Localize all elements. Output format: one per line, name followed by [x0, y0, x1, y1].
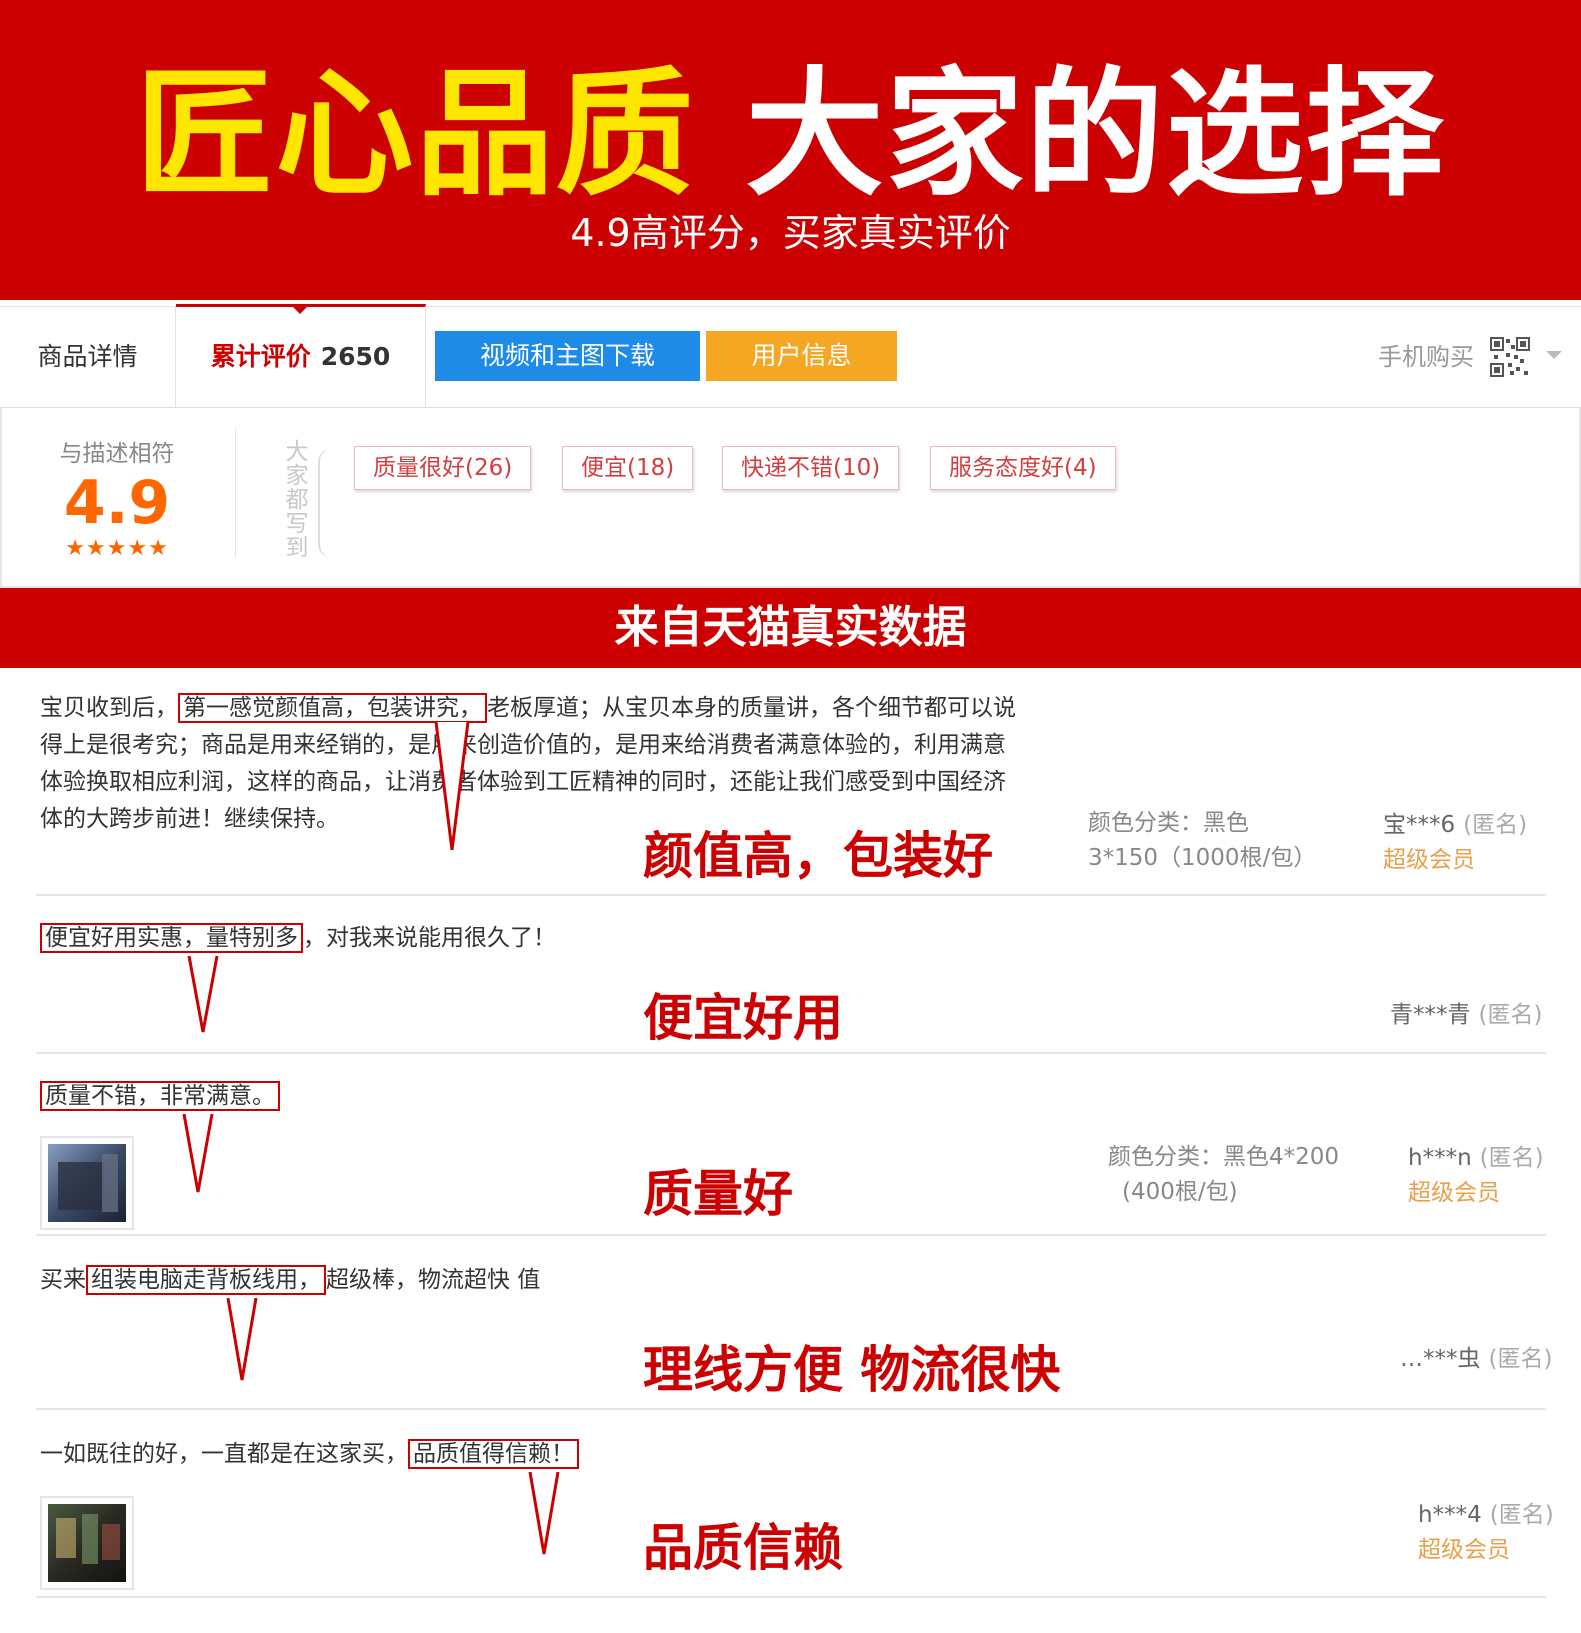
reviewer-username: 宝***6 — [1383, 812, 1456, 838]
tab-reviews-count: 2650 — [320, 342, 391, 371]
review-text: 买来 组装电脑走背板线用， 超级棒，物流超快 值 — [40, 1262, 1040, 1299]
everyone-wrote-label: 大家都写到 — [285, 439, 309, 561]
rating-stars-icon: ★★★★★ — [65, 536, 169, 561]
reviewer-name: h***n (匿名) — [1408, 1141, 1544, 1176]
review-tag-delivery[interactable]: 快递不错(10) — [722, 446, 900, 490]
review-photo-thumbnail[interactable] — [40, 1136, 134, 1230]
banner-title-white: 大家的选择 — [745, 54, 1446, 215]
review-text-post: ，对我来说能用很久了！ — [303, 925, 556, 951]
reviewer-anonymous: (匿名) — [1478, 1002, 1543, 1028]
callout-title: 便宜好用 — [643, 989, 843, 1047]
reviewer-name: …***虫 (匿名) — [1400, 1342, 1552, 1377]
review-divider — [36, 1234, 1546, 1236]
reviewer-anonymous: (匿名) — [1463, 812, 1528, 838]
review-tag-cheap[interactable]: 便宜(18) — [562, 446, 694, 490]
rating-score: 4.9 — [63, 468, 171, 538]
review-photo-image — [48, 1144, 126, 1222]
review-text: 便宜好用实惠，量特别多 ，对我来说能用很久了！ — [40, 920, 1040, 957]
reviewer-username: h***4 — [1418, 1502, 1482, 1528]
reviewer-name: h***4 (匿名) — [1418, 1498, 1554, 1533]
callout-title: 品质信赖 — [643, 1519, 843, 1577]
review-meta-color: 颜色分类：黑色4*200 — [1108, 1144, 1340, 1170]
reviewer-username: 青***青 — [1390, 1002, 1471, 1028]
chevron-down-icon[interactable] — [1546, 351, 1562, 359]
callout-title: 理线方便 物流很快 — [643, 1341, 1061, 1399]
review-tag-service[interactable]: 服务态度好(4) — [930, 446, 1116, 490]
user-info-button[interactable]: 用户信息 — [706, 331, 897, 381]
reviewer-anonymous: (匿名) — [1479, 1145, 1544, 1171]
vip-badge: 超级会员 — [1383, 847, 1475, 873]
review-text-post: 超级棒，物流超快 值 — [326, 1267, 541, 1293]
review-meta-spec: (400根/包) — [1122, 1179, 1238, 1205]
review-tag-quality[interactable]: 质量很好(26) — [354, 446, 532, 490]
review-divider — [36, 1596, 1546, 1598]
tab-reviews[interactable]: 累计评价 2650 — [176, 304, 426, 410]
rating-label: 与描述相符 — [59, 441, 175, 467]
review-highlight: 质量不错，非常满意。 — [40, 1081, 280, 1111]
review-divider — [36, 1408, 1546, 1410]
review-text: 宝贝收到后， 第一感觉颜值高，包装讲究， 老板厚道；从宝贝本身的质量讲，各个细节都可… — [40, 690, 1020, 838]
review-text-pre: 买来 — [40, 1267, 86, 1293]
review-divider — [36, 1052, 1546, 1054]
qr-code-icon[interactable] — [1490, 337, 1530, 377]
review-highlight: 便宜好用实惠，量特别多 — [40, 923, 303, 953]
callout-title: 颜值高，包装好 — [643, 827, 993, 885]
mobile-buy-link[interactable]: 手机购买 — [1378, 337, 1474, 377]
review-text-pre: 宝贝收到后， — [40, 695, 178, 721]
video-download-button[interactable]: 视频和主图下载 — [435, 331, 700, 381]
tab-reviews-label: 累计评价 — [210, 342, 311, 371]
review-meta-spec: 3*150（1000根/包） — [1088, 845, 1317, 871]
review-text-pre: 一如既往的好，一直都是在这家买， — [40, 1441, 408, 1467]
review-text: 质量不错，非常满意。 — [40, 1078, 1040, 1115]
review-meta: 颜色分类：黑色 3*150（1000根/包） — [1088, 806, 1316, 876]
reviewer-anonymous: (匿名) — [1488, 1346, 1553, 1372]
review-photo-image — [48, 1504, 126, 1582]
review-divider — [36, 894, 1546, 896]
callout-pointer-icon — [528, 1472, 560, 1555]
reviewer-name: 青***青 (匿名) — [1390, 998, 1542, 1033]
brace-icon — [318, 448, 334, 558]
review-highlight: 第一感觉颜值高，包装讲究， — [178, 693, 487, 723]
active-tab-caret-icon — [292, 306, 308, 314]
vip-badge: 超级会员 — [1408, 1180, 1500, 1206]
banner-title: 匠心品质 大家的选择 — [0, 60, 1581, 210]
tab-product-detail[interactable]: 商品详情 — [0, 307, 176, 407]
tab-bar: 商品详情 累计评价 2650 视频和主图下载 用户信息 手机购买 — [0, 304, 1581, 410]
reviewer-anonymous: (匿名) — [1489, 1502, 1554, 1528]
review-meta: 颜色分类：黑色4*200 (400根/包) — [1108, 1140, 1339, 1210]
review-photo-thumbnail[interactable] — [40, 1496, 134, 1590]
callout-title: 质量好 — [643, 1165, 793, 1223]
callout-pointer-icon — [434, 722, 470, 851]
reviewer-name: 宝***6 (匿名) — [1383, 808, 1527, 843]
review-highlight: 品质值得信赖！ — [408, 1439, 579, 1469]
reviewer-username: …***虫 — [1400, 1346, 1481, 1372]
vip-badge: 超级会员 — [1418, 1537, 1510, 1563]
review-meta-color: 颜色分类：黑色 — [1088, 810, 1249, 836]
banner-subtitle: 4.9高评分，买家真实评价 — [570, 211, 1011, 255]
rating-panel: 与描述相符 4.9 ★★★★★ 大家都写到 质量很好(26) 便宜(18) 快递… — [0, 408, 1581, 588]
section-strip-title: 来自天猫真实数据 — [614, 602, 967, 653]
review-highlight: 组装电脑走背板线用， — [86, 1265, 326, 1295]
review-text: 一如既往的好，一直都是在这家买， 品质值得信赖！ — [40, 1436, 1040, 1473]
callout-pointer-icon — [187, 956, 219, 1033]
callout-pointer-icon — [182, 1114, 214, 1193]
rating-divider — [235, 428, 236, 558]
banner-title-yellow: 匠心品质 — [135, 54, 696, 215]
reviewer-username: h***n — [1408, 1145, 1472, 1171]
callout-pointer-icon — [226, 1298, 258, 1381]
